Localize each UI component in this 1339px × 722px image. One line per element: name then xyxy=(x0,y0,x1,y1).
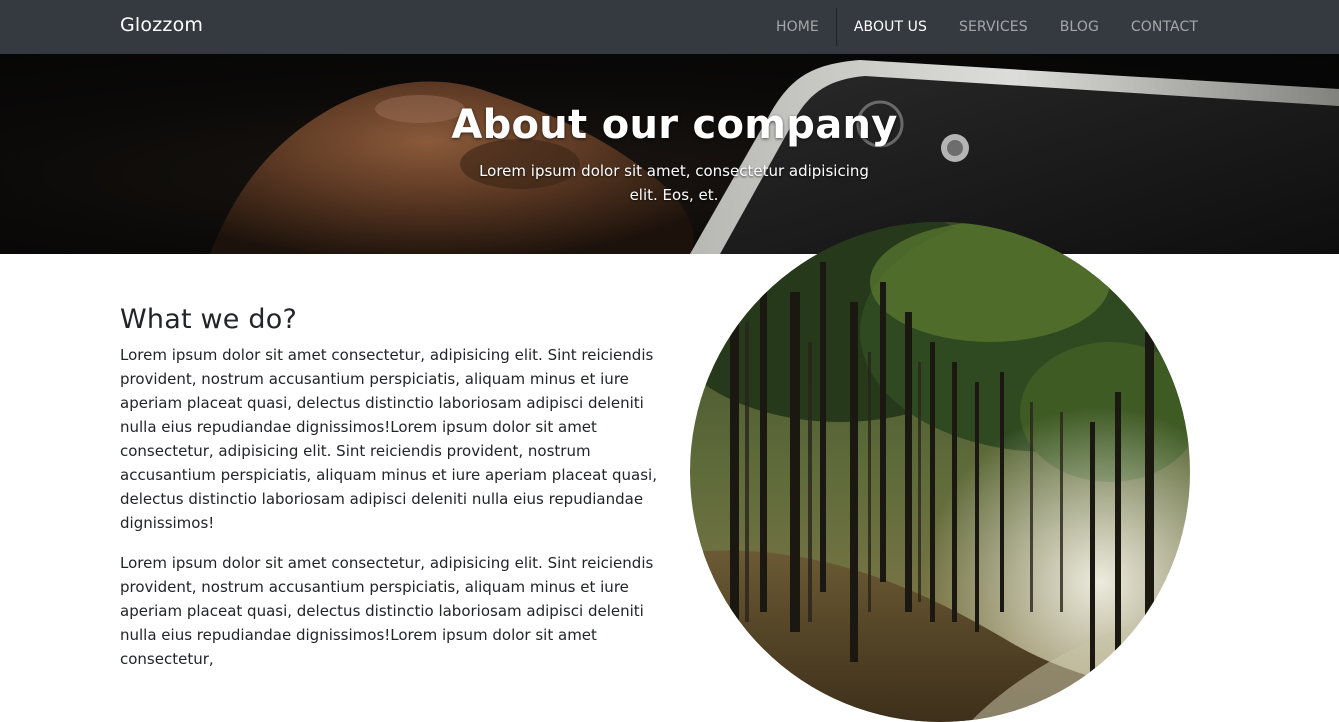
nav-link-home[interactable]: HOME xyxy=(760,19,835,35)
nav-separator xyxy=(835,8,837,46)
nav-item-contact: CONTACT xyxy=(1115,0,1214,54)
nav-item-services: SERVICES xyxy=(943,0,1044,54)
hero-subtitle: Lorem ipsum dolor sit amet, consectetur … xyxy=(479,162,869,204)
page-title: About our company xyxy=(451,102,898,148)
hero-background-image xyxy=(210,60,1339,254)
nav-link-about-us[interactable]: ABOUT US xyxy=(838,19,943,35)
forest-image xyxy=(690,222,1190,722)
nav-item-home: HOME xyxy=(760,0,835,54)
nav-link-blog[interactable]: BLOG xyxy=(1044,19,1115,35)
brand-logo[interactable]: Glozzom xyxy=(120,14,203,36)
hero-banner: About our company Lorem ipsum dolor sit … xyxy=(0,54,1339,254)
section-paragraph-1: Lorem ipsum dolor sit amet consectetur, … xyxy=(120,346,657,532)
section-heading: What we do? xyxy=(120,304,297,335)
nav-link-contact[interactable]: CONTACT xyxy=(1115,19,1214,35)
about-section: What we do? Lorem ipsum dolor sit amet c… xyxy=(120,254,660,671)
section-paragraph-2: Lorem ipsum dolor sit amet consectetur, … xyxy=(120,554,654,668)
nav-menu: HOME ABOUT US SERVICES BLOG CONTACT xyxy=(760,0,1214,54)
nav-link-services[interactable]: SERVICES xyxy=(943,19,1044,35)
forest-path-photo xyxy=(690,222,1190,722)
nav-item-about: ABOUT US xyxy=(838,0,943,54)
nav-item-blog: BLOG xyxy=(1044,0,1115,54)
navbar: Glozzom HOME ABOUT US SERVICES BLOG CONT… xyxy=(0,0,1339,54)
